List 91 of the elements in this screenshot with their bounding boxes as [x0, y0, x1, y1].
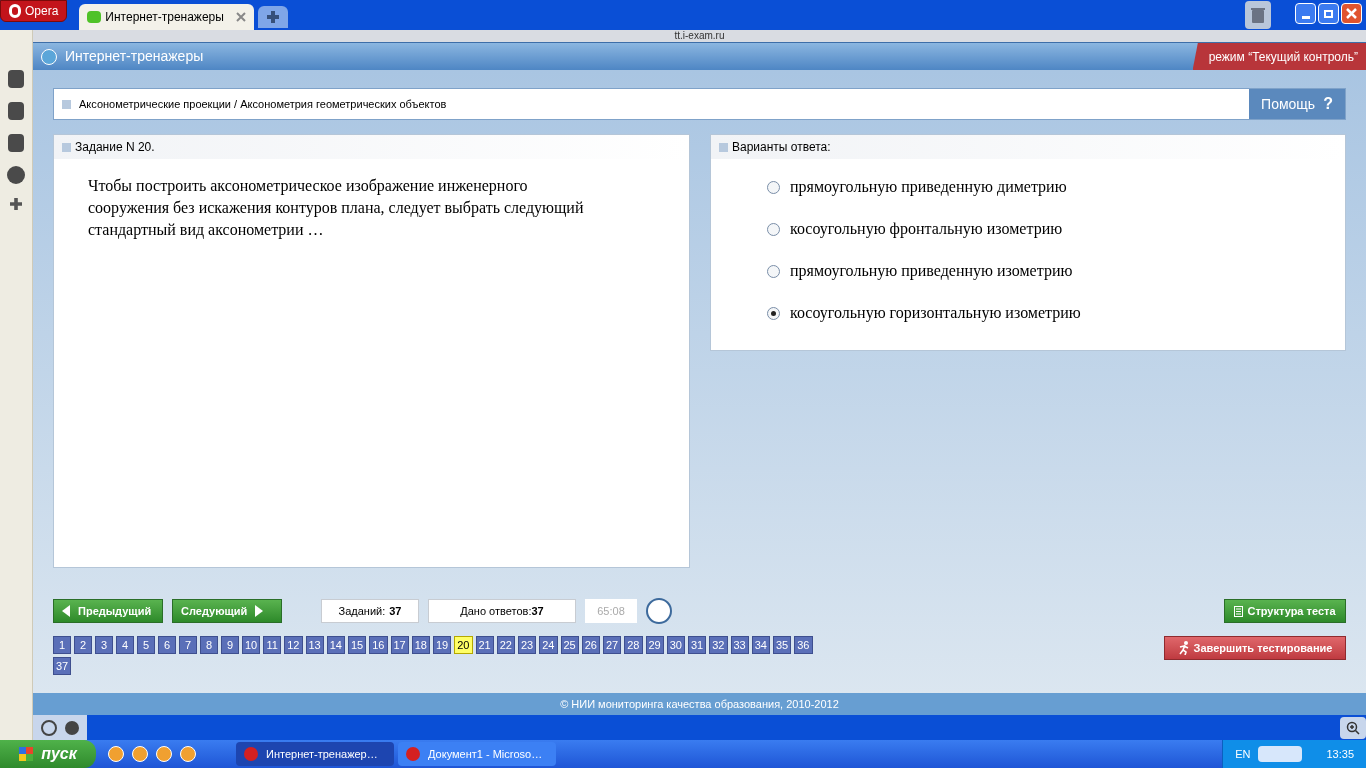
question-number[interactable]: 2 — [74, 636, 92, 654]
bullet-icon — [719, 142, 728, 152]
question-number[interactable]: 34 — [751, 636, 770, 654]
finish-test-button[interactable]: Завершить тестирование — [1164, 636, 1346, 660]
language-indicator[interactable]: EN — [1235, 745, 1251, 763]
answer-option[interactable]: прямоугольную приведенную диметрию — [790, 175, 1067, 199]
task-title: Задание N 20. — [75, 139, 155, 156]
answers-title: Варианты ответа: — [732, 139, 831, 156]
question-number[interactable]: 19 — [433, 636, 452, 654]
question-number[interactable]: 13 — [305, 636, 324, 654]
right-arrow-icon — [255, 605, 264, 617]
question-number[interactable]: 10 — [242, 636, 261, 654]
question-number[interactable]: 11 — [263, 636, 282, 654]
tab-title: Интернет-тренажеры — [105, 9, 225, 26]
trash-button[interactable] — [1245, 1, 1271, 29]
question-number[interactable]: 17 — [390, 636, 409, 654]
previous-button[interactable]: Предыдущий — [53, 599, 163, 623]
question-number[interactable]: 16 — [369, 636, 388, 654]
globe-icon — [41, 48, 57, 65]
question-number[interactable]: 12 — [284, 636, 303, 654]
question-number[interactable]: 28 — [624, 636, 643, 654]
radio-button[interactable] — [767, 306, 780, 320]
question-number[interactable]: 5 — [137, 636, 155, 654]
question-number[interactable]: 29 — [645, 636, 664, 654]
question-number[interactable]: 15 — [348, 636, 367, 654]
mode-label: режим “Текущий контроль” — [1192, 43, 1366, 70]
taskbar-window[interactable]: Документ1 - Microso… — [398, 742, 556, 766]
answer-option[interactable]: косоугольную горизонтальную изометрию — [790, 301, 1081, 325]
answered-counter: Дано ответов:37 — [428, 599, 576, 623]
question-number[interactable]: 1 — [53, 636, 71, 654]
close-icon — [1346, 8, 1357, 19]
trash-icon — [1251, 7, 1265, 23]
radio-button[interactable] — [767, 180, 780, 194]
answer-option[interactable]: косоугольную фронтальную изометрию — [790, 217, 1063, 241]
zoom-button[interactable] — [1340, 716, 1366, 739]
question-number[interactable]: 25 — [560, 636, 579, 654]
windows-logo-icon — [19, 747, 34, 761]
zoom-in-icon — [1346, 720, 1360, 735]
question-number[interactable]: 35 — [773, 636, 792, 654]
question-number[interactable]: 26 — [581, 636, 600, 654]
new-tab-button[interactable] — [258, 6, 289, 28]
answer-option[interactable]: прямоугольную приведенную изометрию — [790, 259, 1073, 283]
question-number[interactable]: 21 — [475, 636, 494, 654]
left-arrow-icon — [62, 605, 70, 617]
opera-logo-icon — [9, 4, 21, 18]
running-person-icon — [1177, 641, 1190, 655]
breadcrumb: Аксонометрические проекции / Аксонометрия геометрических объектов — [79, 96, 447, 112]
start-button[interactable]: пуск — [0, 740, 96, 768]
question-number[interactable]: 32 — [709, 636, 728, 654]
close-button[interactable] — [1341, 3, 1362, 24]
bullet-icon — [62, 142, 71, 152]
question-number[interactable]: 30 — [666, 636, 685, 654]
bullet-icon — [62, 99, 71, 109]
opera-menu-button[interactable]: Opera — [0, 0, 68, 22]
question-number[interactable]: 27 — [603, 636, 622, 654]
question-number[interactable]: 7 — [179, 636, 197, 654]
site-title: Интернет-тренажеры — [65, 47, 204, 66]
question-number[interactable]: 6 — [158, 636, 176, 654]
clock-time: 13:35 — [1326, 746, 1354, 762]
restore-button[interactable] — [1318, 3, 1339, 24]
question-number[interactable]: 24 — [539, 636, 558, 654]
clock-icon — [646, 598, 672, 624]
question-number[interactable]: 20 — [454, 636, 473, 654]
question-text: Чтобы построить аксонометрическое изображение инженерного сооружения без искажения контуров плана, следует выбрать следующий стандартный вид аксонометрии … — [88, 176, 585, 241]
question-number[interactable]: 37 — [53, 657, 72, 675]
minimize-button[interactable] — [1295, 3, 1316, 24]
question-number[interactable]: 36 — [794, 636, 813, 654]
question-number[interactable]: 9 — [221, 636, 239, 654]
close-icon[interactable] — [236, 12, 247, 22]
document-icon — [1234, 605, 1244, 617]
question-number[interactable]: 22 — [496, 636, 515, 654]
question-number[interactable]: 14 — [326, 636, 345, 654]
browser-tab[interactable]: Интернет-тренажеры — [79, 4, 255, 30]
question-number[interactable]: 8 — [200, 636, 218, 654]
taskbar-window[interactable]: Интернет-тренажер… — [236, 742, 394, 766]
help-button[interactable]: Помощь ? — [1249, 89, 1345, 119]
question-number[interactable]: 3 — [95, 636, 113, 654]
timer: 65:08 — [585, 599, 637, 623]
question-number[interactable]: 4 — [116, 636, 134, 654]
question-number[interactable]: 31 — [688, 636, 707, 654]
question-number[interactable]: 23 — [518, 636, 537, 654]
tasks-counter: Заданий: 37 — [321, 599, 419, 623]
test-structure-button[interactable]: Структура теста — [1224, 599, 1346, 623]
next-button[interactable]: Следующий — [172, 599, 282, 623]
copyright-text: © НИИ мониторинга качества образования, 2010-2012 — [560, 696, 839, 712]
radio-button[interactable] — [767, 222, 780, 236]
radio-button[interactable] — [767, 264, 780, 278]
question-number[interactable]: 18 — [411, 636, 430, 654]
question-number[interactable]: 33 — [730, 636, 749, 654]
address-text: tt.i-exam.ru — [674, 31, 725, 41]
plus-icon — [267, 11, 280, 23]
